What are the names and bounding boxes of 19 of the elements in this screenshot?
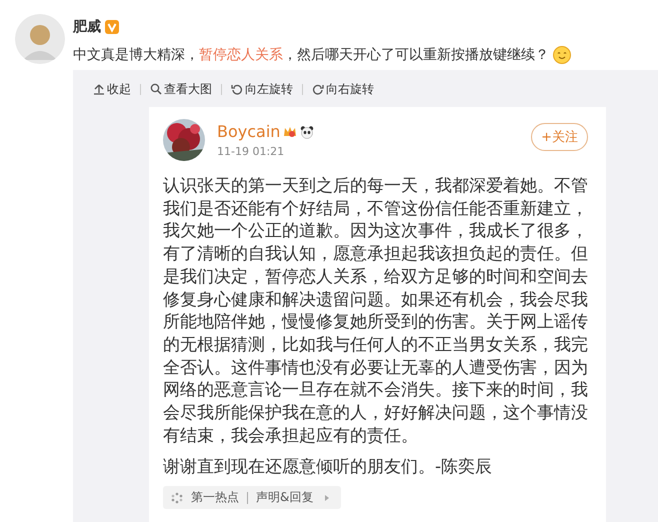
toolbar-button[interactable]: 查看大图	[150, 80, 212, 98]
post-text: 中文真是博大精深，暂停恋人关系，然后哪天开心了可以重新按播放键继续？	[73, 46, 549, 64]
collapse-icon	[93, 83, 105, 95]
rotate-left-icon	[231, 83, 243, 95]
smiley-icon	[553, 46, 571, 64]
toolbar-button[interactable]: 收起	[93, 80, 131, 98]
post-body: 认识张天的第一天到之后的每一天，我都深爱着她。不管我们是否还能有个好结局，不管这份信任能否重新建立，我欠她一个公正的道歉。因为这次事件，我成长了很多，有了清晰的自我认知，愿意承担起我该担负起的责任。但是我们决定，暂停恋人关系，给双方足够的时间和空间去修复身心健康和解决遗留问题。如果还有机会，我会尽我所能地陪伴她，慢慢修复她所受到的伤害。关于网上谣传的无根据猜测，比如我与任何人的不正当男女关系，我完全否认。这件事情也没有必要让无辜的人遭受伤害，因为网络的恶意言论一旦存在就不会消失。接下来的时间，我会尽我所能保护我在意的人，好好解决问题，这个事情没有结束，我会承担起应有的责任。	[163, 175, 588, 448]
loading-icon	[171, 492, 183, 504]
toolbar-button[interactable]: 向左旋转	[231, 80, 293, 98]
post-signature: 谢谢直到现在还愿意倾听的朋友们。-陈奕辰	[163, 456, 494, 480]
user-avatar[interactable]	[15, 14, 65, 64]
post-time: 11-19 01:21	[217, 145, 286, 158]
panda-icon	[300, 124, 314, 138]
user-name[interactable]: 肥威	[73, 18, 101, 36]
rotate-right-icon	[312, 83, 324, 95]
toolbar-button[interactable]: 向右旋转	[312, 80, 374, 98]
topic-chip[interactable]: 第一热点 声明&回复	[163, 486, 342, 510]
crown-icon	[283, 124, 298, 138]
search-icon	[150, 83, 162, 95]
